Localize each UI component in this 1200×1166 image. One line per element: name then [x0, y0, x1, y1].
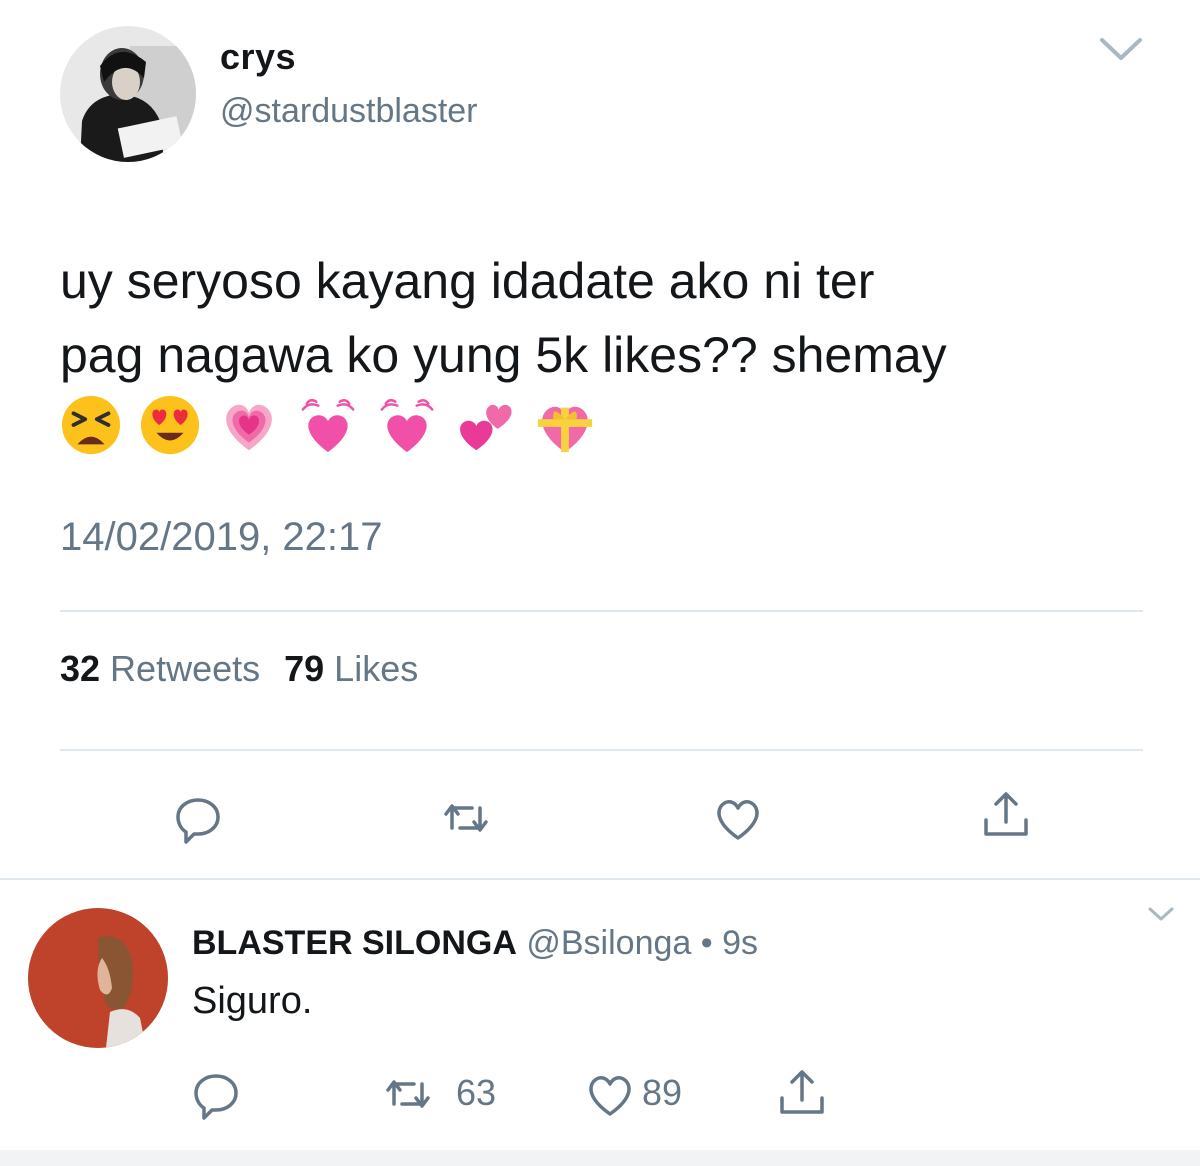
reply-retweet-count[interactable]: 63	[456, 1072, 496, 1114]
reply-like-count[interactable]: 89	[642, 1072, 682, 1114]
tired-face-icon	[61, 395, 121, 455]
retweets-count[interactable]: 32	[60, 648, 100, 690]
growing-heart-icon	[226, 404, 272, 451]
reply-header: BLASTER SILONGA @Bsilonga • 9s	[192, 924, 758, 963]
divider	[0, 878, 1200, 880]
likes-label[interactable]: Likes	[334, 648, 418, 690]
author-name[interactable]: crys	[220, 36, 296, 78]
divider	[60, 749, 1143, 751]
retweet-icon[interactable]	[438, 790, 494, 846]
reply-author-name[interactable]: BLASTER SILONGA	[192, 924, 517, 962]
chevron-down-icon[interactable]	[1098, 34, 1144, 64]
beating-heart-icon	[301, 398, 355, 453]
bottom-bar	[0, 1150, 1200, 1166]
emoji-row	[60, 394, 596, 464]
reply-text: Siguro.	[192, 980, 313, 1022]
tweet-timestamp: 14/02/2019, 22:17	[60, 515, 383, 559]
divider	[60, 610, 1143, 612]
heart-with-ribbon-icon	[537, 406, 593, 453]
separator-dot: •	[700, 924, 713, 962]
author-handle[interactable]: @stardustblaster	[220, 92, 478, 131]
retweet-icon[interactable]	[380, 1066, 436, 1122]
share-icon[interactable]	[774, 1064, 830, 1120]
like-heart-icon[interactable]	[710, 790, 766, 846]
tweet-text: uy seryoso kayang idadate ako ni ter pag…	[60, 244, 1150, 392]
tweet-stats: 32 Retweets 79 Likes	[60, 648, 432, 690]
reply-icon[interactable]	[170, 790, 226, 846]
two-hearts-icon	[460, 404, 512, 451]
reply-author-handle[interactable]: @Bsilonga	[526, 924, 691, 962]
beating-heart-icon	[380, 398, 434, 453]
like-heart-icon[interactable]	[582, 1066, 638, 1122]
tweet-text-line: uy seryoso kayang idadate ako ni ter	[60, 253, 875, 309]
chevron-down-icon[interactable]	[1146, 904, 1176, 924]
likes-count[interactable]: 79	[284, 648, 324, 690]
heart-eyes-face-icon	[140, 395, 200, 455]
reply-icon[interactable]	[188, 1066, 244, 1122]
author-avatar[interactable]	[60, 26, 196, 162]
reply-time[interactable]: 9s	[722, 924, 758, 962]
tweet-text-line: pag nagawa ko yung 5k likes?? shemay	[60, 327, 947, 383]
reply-author-avatar[interactable]	[28, 908, 168, 1048]
retweets-label[interactable]: Retweets	[110, 648, 260, 690]
share-icon[interactable]	[978, 786, 1034, 842]
